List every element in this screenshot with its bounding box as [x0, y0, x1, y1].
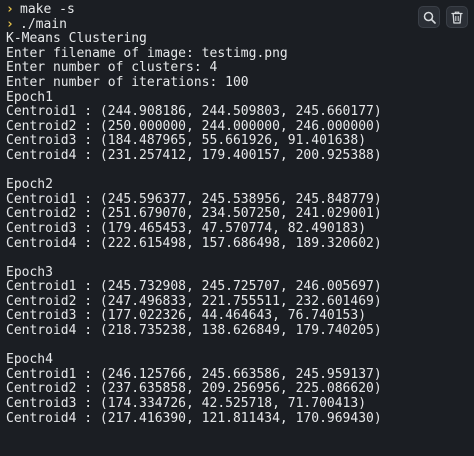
- centroid-line: Centroid3 : (174.334726, 42.525718, 71.7…: [6, 396, 367, 412]
- terminal-window[interactable]: › make -s › ./main K-Means Clustering Ente…: [0, 0, 474, 456]
- epoch-label: Epoch1: [6, 89, 53, 105]
- centroid-line: Centroid4 : (222.615498, 157.686498, 189…: [6, 235, 382, 251]
- output-title: K-Means Clustering: [6, 31, 147, 47]
- command-text: ./main: [20, 16, 67, 32]
- epoch-label: Epoch3: [6, 264, 53, 280]
- prompt-chevron-icon: ›: [6, 2, 14, 17]
- centroid-line: Centroid1 : (244.908186, 244.509803, 245…: [6, 104, 382, 120]
- prompt-line-make: › make -s: [6, 2, 474, 18]
- centroid-line: Centroid1 : (245.732908, 245.725707, 246…: [6, 279, 382, 295]
- centroid-line: Centroid1 : (246.125766, 245.663586, 245…: [6, 366, 382, 382]
- clear-button[interactable]: [446, 6, 468, 28]
- prompt-line-run: › ./main: [6, 16, 474, 33]
- centroid-line: Centroid1 : (245.596377, 245.538956, 245…: [6, 191, 382, 207]
- prompt-chevron-icon: ›: [6, 16, 14, 32]
- search-icon: [423, 11, 436, 24]
- epoch-label: Epoch4: [6, 352, 53, 368]
- epoch-label: Epoch2: [6, 177, 53, 193]
- centroid-line: Centroid2 : (247.496833, 221.755511, 232…: [6, 293, 382, 309]
- command-text: make -s: [20, 2, 75, 17]
- centroid-line: Centroid3 : (179.465453, 47.570774, 82.4…: [6, 220, 367, 236]
- centroid-line: Centroid4 : (217.416390, 121.811434, 170…: [6, 410, 382, 426]
- search-button[interactable]: [418, 6, 440, 28]
- centroid-line: Centroid3 : (177.022326, 44.464643, 76.7…: [6, 308, 367, 324]
- centroid-line: Centroid4 : (218.735238, 138.626849, 179…: [6, 323, 382, 339]
- centroid-line: Centroid2 : (250.000000, 244.000000, 246…: [6, 118, 382, 134]
- centroid-line: Centroid3 : (184.487965, 55.661926, 91.4…: [6, 133, 367, 149]
- centroid-line: Centroid2 : (237.635858, 209.256956, 225…: [6, 381, 382, 397]
- output-filename-prompt: Enter filename of image: testimg.png: [6, 45, 288, 61]
- trash-icon: [451, 11, 463, 24]
- centroid-line: Centroid2 : (251.679070, 234.507250, 241…: [6, 206, 382, 222]
- output-iterations-prompt: Enter number of iterations: 100: [6, 74, 249, 90]
- terminal-toolbar: [418, 6, 468, 28]
- centroid-line: Centroid4 : (231.257412, 179.400157, 200…: [6, 147, 382, 163]
- output-clusters-prompt: Enter number of clusters: 4: [6, 60, 218, 76]
